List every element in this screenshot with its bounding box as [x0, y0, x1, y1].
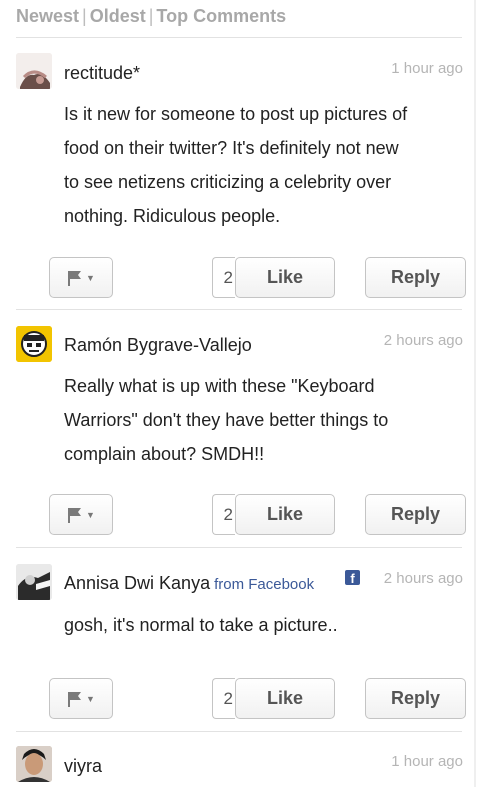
comment-timestamp[interactable]: 2 hours ago: [384, 332, 463, 349]
sort-separator: |: [148, 5, 154, 26]
avatar[interactable]: [16, 564, 52, 600]
reply-button[interactable]: Reply: [365, 678, 466, 719]
flag-button[interactable]: ▼: [49, 678, 113, 719]
comment-author[interactable]: Annisa Dwi Kanya from Facebook: [64, 573, 314, 594]
comment-body: Really what is up with these "Keyboard W…: [64, 369, 464, 471]
avatar[interactable]: [16, 53, 52, 89]
comment-source: from Facebook: [214, 576, 315, 593]
divider: [16, 37, 462, 38]
comment-line: Is it new for someone to post up picture…: [64, 104, 408, 124]
flag-icon: [67, 507, 83, 523]
sort-separator: |: [82, 5, 87, 26]
scrollbar[interactable]: [474, 0, 476, 787]
comment-line: Really what is up with these "Keyboard: [64, 376, 375, 396]
comment-author[interactable]: rectitude*: [64, 63, 140, 84]
like-count: 2: [212, 678, 235, 719]
like-button[interactable]: Like: [235, 494, 335, 535]
divider: [16, 309, 462, 310]
comment-line: nothing. Ridiculous people.: [64, 206, 281, 226]
flag-icon: [67, 691, 83, 707]
comment-timestamp[interactable]: 1 hour ago: [391, 60, 463, 77]
divider: [16, 547, 462, 548]
sort-top-comments[interactable]: Top Comments: [156, 6, 286, 27]
comment-line: food on their twitter? It's definitely n…: [64, 138, 399, 158]
like-button[interactable]: Like: [235, 257, 335, 298]
comment-timestamp[interactable]: 2 hours ago: [384, 570, 463, 587]
like-button[interactable]: Like: [235, 678, 335, 719]
comment-body: Is it new for someone to post up picture…: [64, 97, 464, 233]
avatar[interactable]: [16, 746, 52, 782]
comment-line: gosh, it's normal to take a picture..: [64, 615, 338, 635]
divider: [16, 731, 462, 732]
reply-button[interactable]: Reply: [365, 494, 466, 535]
sort-newest[interactable]: Newest: [16, 6, 79, 27]
reply-button[interactable]: Reply: [365, 257, 466, 298]
comment-line: Warriors" don't they have better things …: [64, 410, 389, 430]
comment-author[interactable]: viyra: [64, 756, 102, 777]
flag-button[interactable]: ▼: [49, 494, 113, 535]
comment-timestamp[interactable]: 1 hour ago: [391, 753, 463, 770]
avatar[interactable]: [16, 326, 52, 362]
like-count: 2: [212, 494, 235, 535]
comment-line: to see netizens criticizing a celebrity …: [64, 172, 392, 192]
comment-sort-bar: Newest | Oldest | Top Comments: [16, 4, 286, 28]
facebook-icon: f: [345, 570, 360, 586]
comment-line: complain about? SMDH!!: [64, 444, 265, 464]
comment-author-name[interactable]: Annisa Dwi Kanya: [64, 573, 210, 593]
comment-author[interactable]: Ramón Bygrave-Vallejo: [64, 335, 252, 356]
sort-oldest[interactable]: Oldest: [90, 6, 146, 27]
flag-icon: [67, 270, 83, 286]
like-count: 2: [212, 257, 235, 298]
chevron-down-icon: ▼: [86, 693, 95, 704]
flag-button[interactable]: ▼: [49, 257, 113, 298]
chevron-down-icon: ▼: [86, 509, 95, 520]
chevron-down-icon: ▼: [86, 272, 95, 283]
comment-body: gosh, it's normal to take a picture..: [64, 608, 464, 642]
